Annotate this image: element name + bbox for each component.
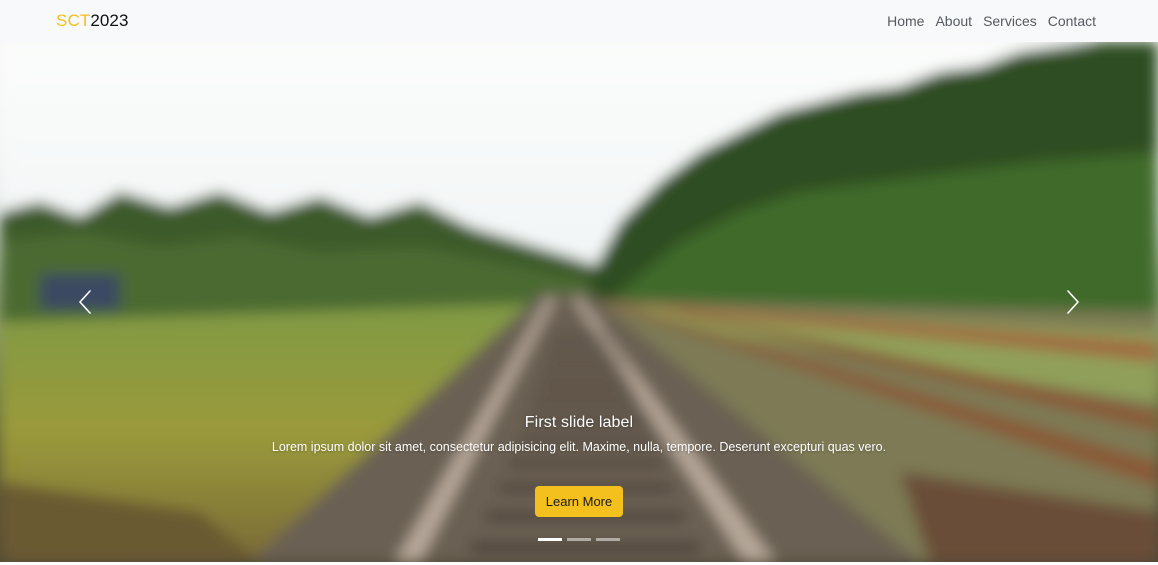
slide-title: First slide label [524, 414, 634, 431]
carousel-indicator-2[interactable] [567, 538, 591, 541]
chevron-left-icon [78, 290, 92, 314]
nav-link-contact[interactable]: Contact [1042, 13, 1096, 29]
carousel-indicator-1[interactable] [538, 538, 562, 541]
learn-more-button[interactable]: Learn More [534, 486, 624, 517]
nav-link-about[interactable]: About [930, 13, 978, 29]
navbar: SCT2023 Home About Services Contact [0, 0, 1158, 42]
brand-logo[interactable]: SCT2023 [56, 11, 129, 31]
nav-link-home[interactable]: Home [882, 13, 930, 29]
carousel-indicators [0, 538, 1158, 541]
nav-link-services[interactable]: Services [978, 13, 1043, 29]
chevron-right-icon [1066, 290, 1080, 314]
hero-carousel: First slide label Lorem ipsum dolor sit … [0, 42, 1158, 562]
slide-description: Lorem ipsum dolor sit amet, consectetur … [271, 440, 887, 454]
brand-accent-text: SCT [56, 11, 91, 30]
carousel-indicator-3[interactable] [596, 538, 620, 541]
nav-links: Home About Services Contact [882, 13, 1096, 29]
brand-year-text: 2023 [90, 11, 129, 30]
slide-caption: First slide label Lorem ipsum dolor sit … [0, 414, 1158, 517]
